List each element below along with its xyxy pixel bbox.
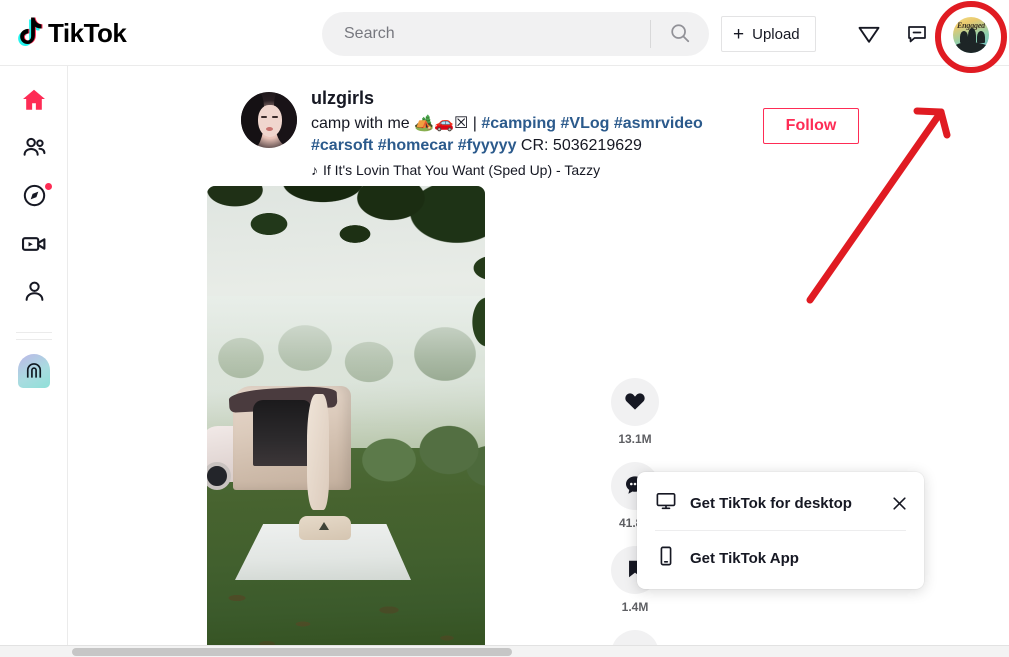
upload-label: Upload xyxy=(752,25,800,43)
search-input[interactable] xyxy=(322,25,650,43)
close-icon xyxy=(891,495,908,515)
caption-credit: CR: 5036219629 xyxy=(520,137,642,154)
like-button[interactable] xyxy=(611,378,659,426)
sidebar-item-live[interactable] xyxy=(0,222,68,270)
get-tiktok-popup: Get TikTok for desktop Get TikTok App xyxy=(637,472,924,589)
tiktok-app-window: TikTok + Upload xyxy=(0,0,1009,657)
author-avatar[interactable] xyxy=(241,92,297,148)
top-navigation-bar: TikTok + Upload xyxy=(0,0,1009,66)
brand-name: TikTok xyxy=(48,17,127,48)
music-title: If It's Lovin That You Want (Sped Up) - … xyxy=(323,162,601,178)
hashtag-asmrvideo[interactable]: #asmrvideo xyxy=(614,115,703,132)
like-count: 13.1M xyxy=(618,432,652,446)
horizontal-scrollbar[interactable] xyxy=(0,645,1009,657)
sidebar-item-profile[interactable] xyxy=(0,270,68,318)
arch-app-icon[interactable] xyxy=(17,354,50,388)
people-icon xyxy=(21,134,48,166)
sidebar-item-for-you[interactable] xyxy=(0,78,68,126)
caption-separator: | xyxy=(468,115,482,132)
avatar-lips xyxy=(266,127,273,131)
avatar-eye-left xyxy=(261,116,267,118)
mobile-phone-icon xyxy=(655,545,677,571)
get-app-label: Get TikTok App xyxy=(690,549,799,567)
get-desktop-row[interactable]: Get TikTok for desktop xyxy=(637,476,924,530)
paper-plane-icon[interactable] xyxy=(853,18,885,50)
sidebar-item-following[interactable] xyxy=(0,126,68,174)
video-camera-icon xyxy=(20,230,48,263)
caption-emojis: 🏕️🚗☒ xyxy=(414,115,469,132)
popup-close-button[interactable] xyxy=(887,491,912,519)
get-desktop-label: Get TikTok for desktop xyxy=(690,494,852,512)
avatar-eye-right xyxy=(272,116,278,118)
post-caption: camp with me 🏕️🚗☒ | #camping #VLog #asmr… xyxy=(311,113,711,157)
author-username[interactable]: ulzgirls xyxy=(311,87,374,109)
search-icon xyxy=(669,22,691,47)
left-sidebar xyxy=(0,66,68,657)
music-link[interactable]: ♪ If It's Lovin That You Want (Sped Up) … xyxy=(311,162,941,178)
feed-post: ulzgirls camp with me 🏕️🚗☒ | #camping #V… xyxy=(241,82,941,178)
header-avatar[interactable]: Engaged xyxy=(953,17,989,53)
hashtag-camping[interactable]: #camping xyxy=(481,115,556,132)
message-icon[interactable] xyxy=(901,18,933,50)
follow-button[interactable]: Follow xyxy=(763,108,859,144)
avatar-tree-left xyxy=(960,30,968,43)
explore-badge-dot xyxy=(45,183,52,190)
home-icon xyxy=(20,86,48,119)
hashtag-carsoft[interactable]: #carsoft xyxy=(311,137,373,154)
avatar-tree-mid xyxy=(968,27,976,43)
hashtag-vlog[interactable]: #VLog xyxy=(561,115,610,132)
get-app-row[interactable]: Get TikTok App xyxy=(637,531,924,585)
caption-text: camp with me xyxy=(311,115,415,132)
video-tent-opening xyxy=(253,400,311,466)
hashtag-homecar[interactable]: #homecar xyxy=(378,137,454,154)
upload-button[interactable]: + Upload xyxy=(721,16,816,52)
search-button[interactable] xyxy=(651,12,709,56)
avatar-landscape-shape xyxy=(953,41,989,53)
video-player[interactable] xyxy=(207,186,485,657)
compass-icon xyxy=(21,182,48,214)
plus-icon: + xyxy=(733,23,745,45)
sidebar-item-explore[interactable] xyxy=(0,174,68,222)
tiktok-logo-link[interactable]: TikTok xyxy=(14,16,304,50)
video-bushes xyxy=(357,416,485,508)
video-tent-flap xyxy=(307,394,329,510)
hashtag-fyyyyy[interactable]: #fyyyyy xyxy=(458,137,517,154)
video-camping-bag xyxy=(299,516,351,540)
heart-icon xyxy=(623,389,647,416)
person-icon xyxy=(21,278,48,310)
avatar-tree-right xyxy=(977,30,985,43)
scrollbar-thumb[interactable] xyxy=(72,648,512,656)
monitor-icon xyxy=(655,490,677,516)
avatar-face xyxy=(258,105,282,137)
search-bar[interactable] xyxy=(322,12,709,56)
sidebar-divider-2 xyxy=(15,339,52,340)
music-note-icon: ♪ xyxy=(311,162,318,178)
like-action: 13.1M xyxy=(611,378,659,446)
sidebar-divider xyxy=(15,332,52,333)
video-tree-canopy xyxy=(207,186,485,362)
favorite-count: 1.4M xyxy=(621,600,649,614)
tiktok-note-logo-icon xyxy=(14,16,44,50)
